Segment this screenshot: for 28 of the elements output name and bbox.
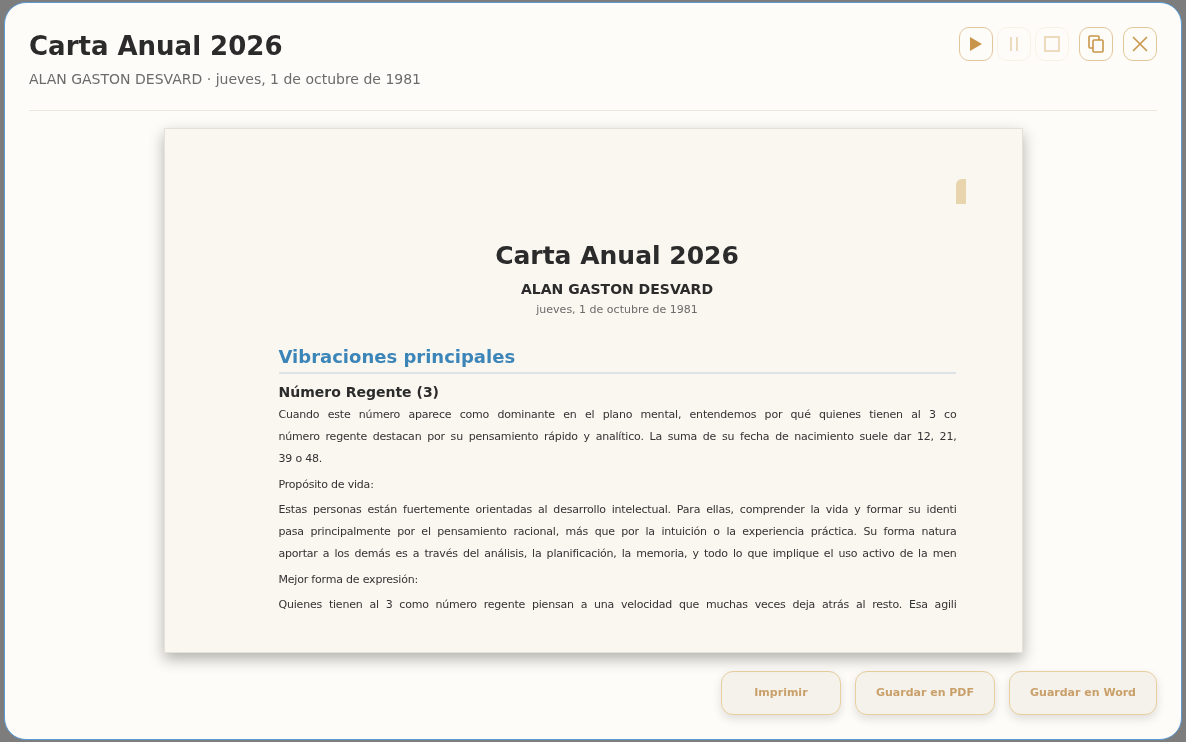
section-heading: Vibraciones principales <box>278 342 956 374</box>
document-date: jueves, 1 de octubre de 1981 <box>536 302 698 318</box>
paragraph-line: Quienes tienen al 3 como número regente piensan a una velocidad que muchas veces deja atrás al resto. Esa agili <box>278 596 957 613</box>
scroll-thumb[interactable] <box>955 179 966 204</box>
play-icon <box>969 36 983 52</box>
paragraph-line: Estas personas están fuertemente orientadas al desarrollo intelectual. Para ellas, comprender la vida y formar su identi <box>278 501 957 518</box>
pause-icon <box>1008 36 1020 52</box>
stop-icon <box>1044 36 1060 52</box>
action-button[interactable]: Guardar en Word <box>1009 671 1157 715</box>
paragraph-label: Propósito de vida: <box>278 476 375 493</box>
paragraph-label: Mejor forma de expresión: <box>278 571 419 588</box>
dialog-subtitle: ALAN GASTON DESVARD · jueves, 1 de octubre de 1981 <box>29 70 421 89</box>
copy-button[interactable] <box>1079 27 1113 61</box>
copy-icon <box>1088 35 1104 53</box>
paragraph-line: Cuando este número aparece como dominante en el plano mental, entendemos por qué quienes tienen al 3 co <box>278 406 957 423</box>
close-icon <box>1132 36 1148 52</box>
paragraph-line: pasa principalmente por el pensamiento racional, más que por la intuición o la experiencia práctica. Su forma natura <box>278 523 957 540</box>
play-button[interactable] <box>959 27 993 61</box>
document-name: ALAN GASTON DESVARD <box>521 280 713 299</box>
document-title: Carta Anual 2026 <box>495 240 739 272</box>
dialog-title: Carta Anual 2026 <box>29 30 284 63</box>
paragraph-line: aportar a los demás es a través del análisis, la planificación, la memoria, y todo lo que implique el uso activo de la men <box>278 545 957 562</box>
close-button[interactable] <box>1123 27 1157 61</box>
subsection-heading: Número Regente (3) <box>278 382 441 402</box>
action-button[interactable]: Imprimir <box>720 671 841 715</box>
paragraph-line: número regente destacan por su pensamiento rápido y analítico. La suma de su fecha de nacimiento suele dar 12, 21, <box>278 428 957 445</box>
action-button[interactable]: Guardar en PDF <box>854 671 995 715</box>
paragraph-line: 39 o 48. <box>278 450 324 467</box>
